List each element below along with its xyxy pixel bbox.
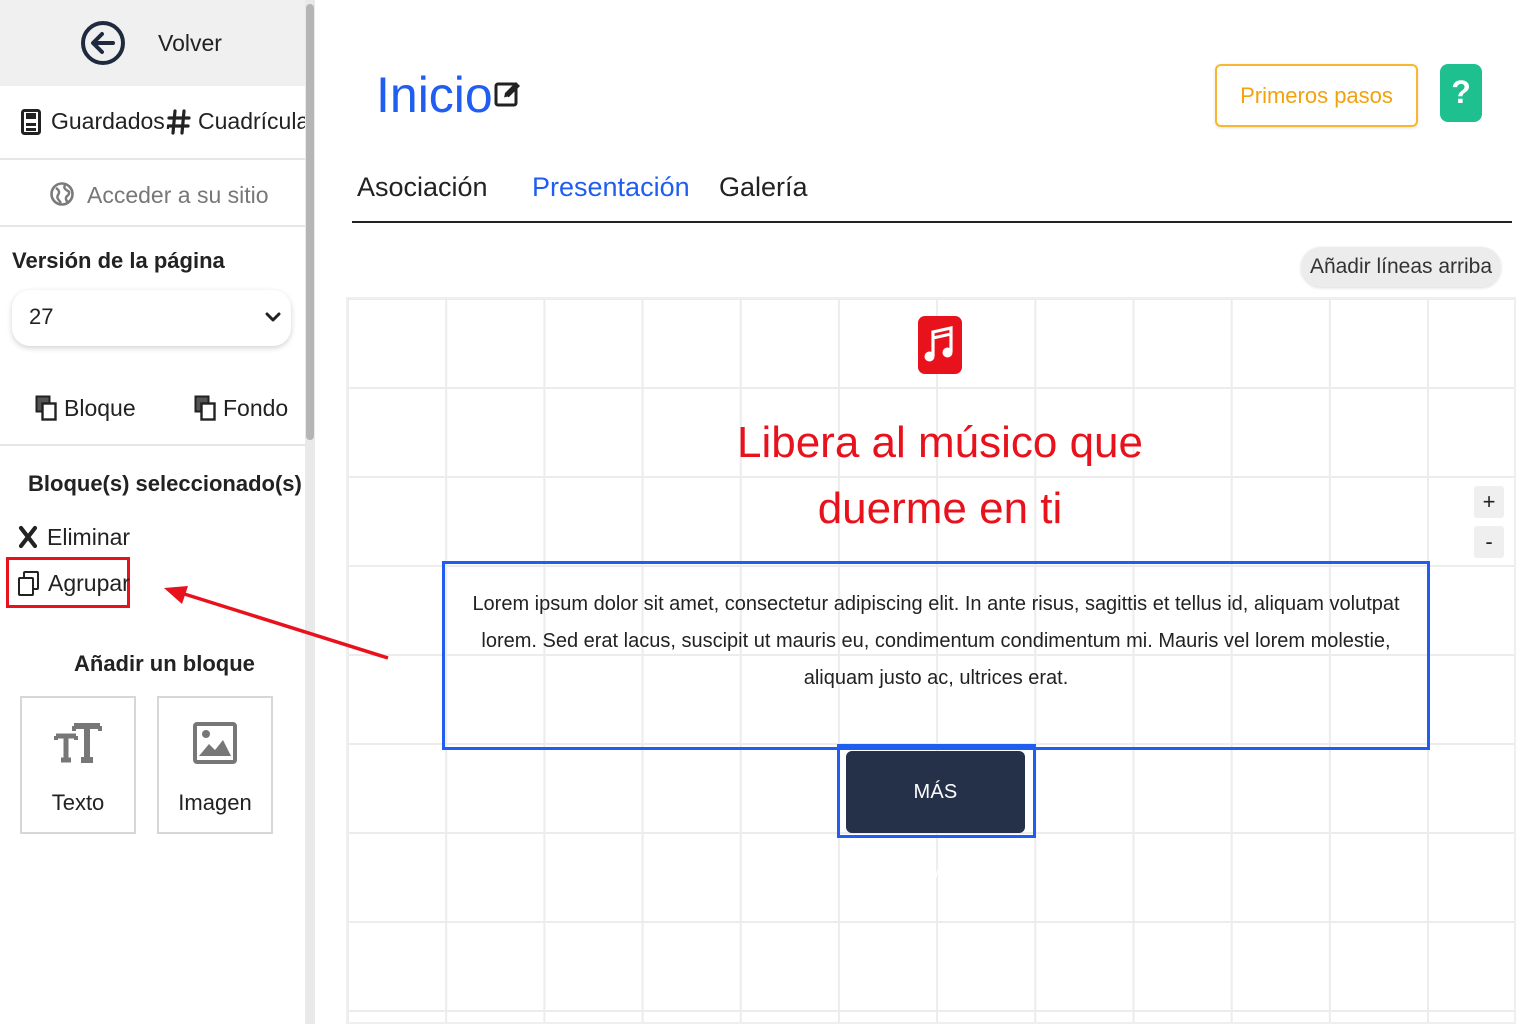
zoom-out-button[interactable]: - bbox=[1474, 526, 1504, 558]
tab-asociacion[interactable]: Asociación bbox=[357, 172, 488, 203]
more-info-button[interactable]: MÁS INFORMACIÓN bbox=[846, 751, 1025, 885]
block-tab[interactable]: Bloque bbox=[64, 395, 136, 422]
page-version-value: 27 bbox=[29, 304, 54, 329]
hero-title-line-1: Libera al músico que bbox=[736, 418, 1143, 467]
hero-title-line-2: duerme en ti bbox=[817, 484, 1063, 533]
getting-started-button[interactable]: Primeros pasos bbox=[1215, 64, 1418, 127]
sidebar-scrollbar-thumb[interactable] bbox=[306, 4, 314, 440]
close-icon[interactable] bbox=[18, 525, 38, 549]
divider bbox=[0, 444, 305, 446]
edit-icon[interactable] bbox=[494, 80, 522, 108]
selected-text-block[interactable]: Lorem ipsum dolor sit amet, consectetur … bbox=[442, 561, 1430, 750]
add-image-block-card[interactable]: Imagen bbox=[157, 696, 273, 834]
saved-button[interactable]: Guardados. bbox=[51, 108, 171, 135]
page-title: Inicio bbox=[376, 67, 493, 123]
background-tab[interactable]: Fondo bbox=[223, 395, 288, 422]
block-copy-icon[interactable] bbox=[35, 395, 57, 421]
grid-button[interactable]: Cuadrícula bbox=[198, 108, 309, 135]
page-version-select[interactable]: 27 bbox=[12, 290, 291, 346]
zoom-in-button[interactable]: + bbox=[1474, 486, 1504, 518]
delete-button[interactable]: Eliminar bbox=[47, 524, 130, 551]
tabs-underline bbox=[352, 221, 1512, 223]
image-icon bbox=[193, 722, 237, 764]
body-text: Lorem ipsum dolor sit amet, consectetur … bbox=[472, 593, 1400, 689]
chevron-down-icon bbox=[265, 312, 281, 322]
music-note-icon[interactable] bbox=[918, 316, 962, 374]
help-button[interactable]: ? bbox=[1440, 64, 1482, 122]
sidebar: Volver Guardados. Cuadrícula Acceder a s… bbox=[0, 0, 309, 1024]
divider bbox=[0, 158, 305, 160]
add-text-block-card[interactable]: Texto bbox=[20, 696, 136, 834]
divider bbox=[0, 225, 305, 227]
globe-icon[interactable] bbox=[50, 180, 74, 208]
text-icon bbox=[54, 723, 102, 763]
save-icon[interactable] bbox=[21, 109, 41, 135]
page-version-title: Versión de la página bbox=[12, 248, 225, 273]
add-text-label: Texto bbox=[51, 790, 105, 815]
site-access-link[interactable]: Acceder a su sitio bbox=[87, 182, 269, 209]
tab-galeria[interactable]: Galería bbox=[719, 172, 808, 203]
group-button[interactable]: Agrupar bbox=[48, 570, 130, 597]
add-image-label: Imagen bbox=[178, 790, 252, 815]
add-lines-above-button[interactable]: Añadir líneas arriba bbox=[1301, 247, 1501, 287]
tab-presentacion[interactable]: Presentación bbox=[532, 172, 690, 203]
back-label[interactable]: Volver bbox=[158, 30, 222, 57]
grid-hash-icon[interactable] bbox=[167, 109, 191, 135]
hero-title[interactable]: Libera al músico que duerme en ti bbox=[700, 410, 1180, 542]
back-arrow-icon[interactable] bbox=[80, 15, 126, 71]
back-row[interactable]: Volver bbox=[0, 0, 305, 86]
annotation-arrow bbox=[164, 586, 389, 660]
group-copy-icon[interactable] bbox=[17, 570, 41, 598]
selected-blocks-title: Bloque(s) seleccionado(s) bbox=[28, 471, 302, 496]
background-copy-icon[interactable] bbox=[194, 395, 216, 421]
